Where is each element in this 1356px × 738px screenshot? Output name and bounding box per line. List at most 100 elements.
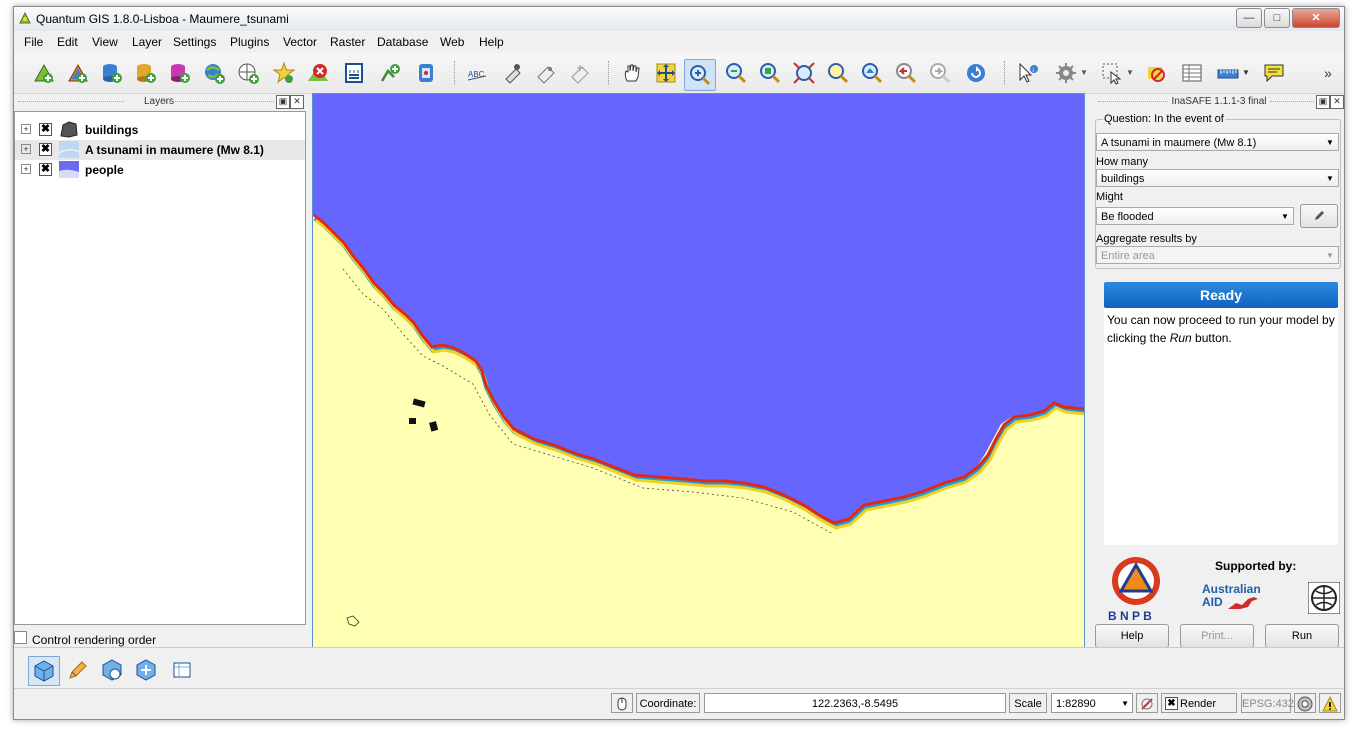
panel-grip (18, 101, 124, 104)
chevron-down-icon: ▼ (1326, 174, 1334, 183)
digitize-icon[interactable] (378, 61, 402, 85)
zoom-full-icon[interactable] (792, 61, 816, 85)
pan-to-selection-icon[interactable] (654, 61, 678, 85)
layer-visibility-checkbox[interactable]: ✖ (39, 123, 52, 136)
render-checkbox[interactable]: ✖ Render (1161, 693, 1237, 713)
inasafe-dock-icon[interactable] (28, 656, 60, 686)
expand-icon[interactable]: + (21, 144, 31, 154)
zoom-next-icon[interactable] (928, 61, 952, 85)
menu-vector[interactable]: Vector (283, 35, 317, 49)
layer-item-people[interactable]: + ✖ people (15, 160, 305, 180)
zoom-last-icon[interactable] (894, 61, 918, 85)
layer-visibility-checkbox[interactable]: ✖ (39, 163, 52, 176)
configure-function-button[interactable] (1300, 204, 1338, 228)
annotation-icon[interactable] (1262, 61, 1286, 85)
map-render[interactable] (313, 94, 1084, 648)
menu-edit[interactable]: Edit (57, 35, 78, 49)
layer-visibility-checkbox[interactable]: ✖ (39, 143, 52, 156)
toolbar-overflow-icon[interactable]: » (1324, 61, 1344, 85)
menu-settings[interactable]: Settings (173, 35, 216, 49)
add-vector-layer-icon[interactable] (32, 61, 56, 85)
options-icon[interactable] (100, 658, 124, 682)
menu-database[interactable]: Database (377, 35, 428, 49)
expand-icon[interactable]: + (21, 164, 31, 174)
zoom-to-layer-icon[interactable] (826, 61, 850, 85)
add-mssql-layer-icon[interactable] (168, 61, 192, 85)
refresh-icon[interactable] (964, 61, 988, 85)
add-wcs-layer-icon[interactable] (236, 61, 260, 85)
minimize-button[interactable]: — (1236, 8, 1262, 28)
actions-dropdown-icon[interactable]: ▼ (1080, 61, 1090, 85)
measure-icon[interactable] (1216, 61, 1240, 85)
how-many-label: How many (1096, 156, 1148, 168)
attribute-table-icon[interactable] (1180, 61, 1204, 85)
expand-icon[interactable]: + (21, 124, 31, 134)
control-rendering-order-checkbox[interactable] (14, 631, 27, 644)
keywords-editor-icon[interactable] (66, 658, 90, 682)
help-button[interactable]: Help (1095, 624, 1169, 648)
label-icon[interactable]: ABC (466, 61, 490, 85)
layer-name: buildings (85, 123, 139, 137)
float-panel-button[interactable]: ▣ (1316, 95, 1330, 109)
map-canvas[interactable] (312, 93, 1085, 649)
impact-functions-icon[interactable] (134, 658, 158, 682)
stop-render-button[interactable] (1136, 693, 1158, 713)
zoom-native-icon[interactable] (860, 61, 884, 85)
actions-icon[interactable] (1054, 61, 1078, 85)
add-spatialite-layer-icon[interactable] (134, 61, 158, 85)
move-label-icon[interactable] (568, 61, 592, 85)
aid-text: AID (1202, 595, 1223, 609)
add-delimited-text-icon[interactable] (342, 61, 366, 85)
new-shapefile-icon[interactable] (272, 61, 296, 85)
pin-labels-icon[interactable] (500, 61, 524, 85)
scale-combo[interactable]: 1:82890 ▼ (1051, 693, 1133, 713)
run-button[interactable]: Run (1265, 624, 1339, 648)
maximize-button[interactable]: □ (1264, 8, 1290, 28)
add-wms-layer-icon[interactable] (202, 61, 226, 85)
show-hide-labels-icon[interactable] (534, 61, 558, 85)
zoom-out-icon[interactable] (724, 61, 748, 85)
close-panel-button[interactable]: ✕ (290, 95, 304, 109)
measure-dropdown-icon[interactable]: ▼ (1242, 61, 1252, 85)
zoom-to-selection-icon[interactable] (758, 61, 782, 85)
select-dropdown-icon[interactable]: ▼ (1126, 61, 1136, 85)
message-run-word: Run (1169, 331, 1192, 345)
select-icon[interactable] (1100, 61, 1124, 85)
crs-status[interactable]: EPSG:4326 (1241, 693, 1300, 713)
menu-view[interactable]: View (92, 35, 118, 49)
float-panel-button[interactable]: ▣ (276, 95, 290, 109)
menu-help[interactable]: Help (479, 35, 504, 49)
menu-raster[interactable]: Raster (330, 35, 365, 49)
print-button[interactable]: Print... (1180, 624, 1254, 648)
message-log-button[interactable] (1319, 693, 1341, 713)
remove-layer-icon[interactable] (306, 61, 330, 85)
function-select[interactable]: Be flooded ▼ (1096, 207, 1294, 225)
coordinate-field[interactable]: 122.2363,-8.5495 (704, 693, 1006, 713)
plugins-toolbar (14, 647, 1344, 688)
add-raster-layer-icon[interactable] (66, 61, 90, 85)
hazard-select[interactable]: A tsunami in maumere (Mw 8.1) ▼ (1096, 133, 1339, 151)
people-layer-icon (59, 161, 79, 178)
minimum-needs-icon[interactable] (170, 658, 194, 682)
layer-item-tsunami[interactable]: + ✖ A tsunami in maumere (Mw 8.1) (15, 140, 305, 160)
deselect-icon[interactable] (1144, 61, 1168, 85)
zoom-in-icon[interactable] (684, 59, 716, 91)
menu-file[interactable]: File (24, 35, 43, 49)
aggregation-select[interactable]: Entire area ▼ (1096, 246, 1339, 264)
menu-plugins[interactable]: Plugins (230, 35, 269, 49)
exposure-select[interactable]: buildings ▼ (1096, 169, 1339, 187)
add-postgis-layer-icon[interactable] (100, 61, 124, 85)
close-button[interactable]: ✕ (1292, 8, 1340, 28)
menu-layer[interactable]: Layer (132, 35, 162, 49)
menu-web[interactable]: Web (440, 35, 464, 49)
openstreetmap-icon[interactable] (414, 61, 438, 85)
close-panel-button[interactable]: ✕ (1330, 95, 1344, 109)
window-title: Quantum GIS 1.8.0-Lisboa - Maumere_tsuna… (36, 12, 289, 26)
identify-icon[interactable]: i (1016, 61, 1040, 85)
crs-button[interactable] (1294, 693, 1316, 713)
building-footprint (409, 418, 416, 424)
layer-item-buildings[interactable]: + ✖ buildings (15, 120, 305, 140)
chevron-down-icon: ▼ (1121, 699, 1129, 708)
toggle-extents-button[interactable] (611, 693, 633, 713)
pan-icon[interactable] (620, 61, 644, 85)
